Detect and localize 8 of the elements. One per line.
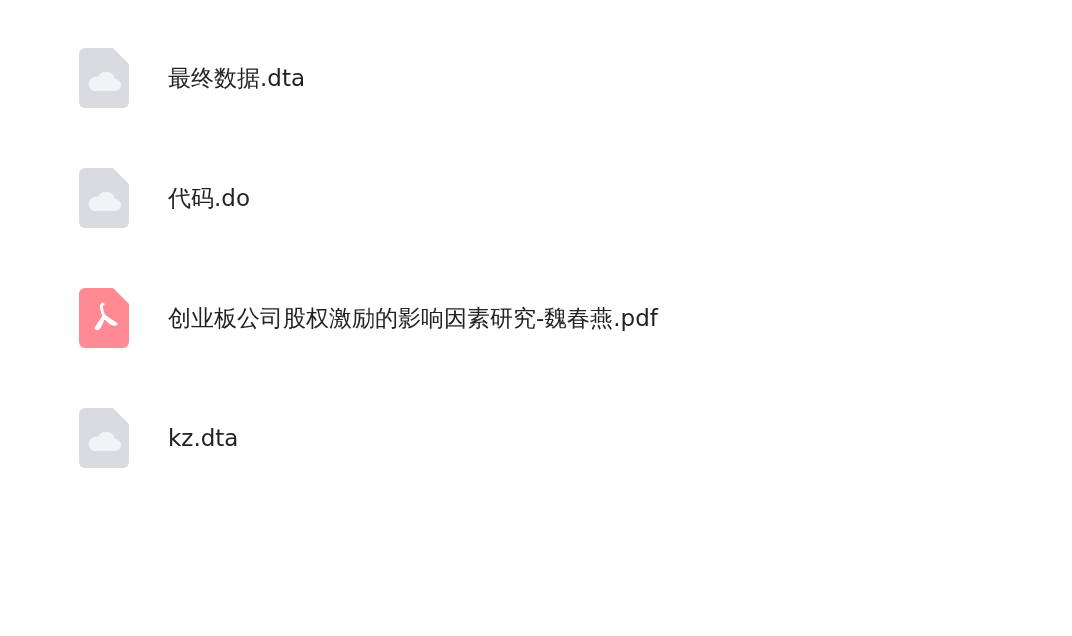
file-name[interactable]: kz.dta [168, 425, 239, 451]
file-name[interactable]: 代码.do [168, 182, 250, 214]
file-name[interactable]: 最终数据.dta [168, 62, 306, 94]
cloud-file-icon [79, 408, 129, 468]
cloud-file-icon [79, 48, 129, 108]
pdf-file-icon [79, 288, 129, 348]
cloud-file-icon [79, 168, 129, 228]
file-name[interactable]: 创业板公司股权激励的影响因素研究-魏春燕.pdf [168, 302, 658, 334]
